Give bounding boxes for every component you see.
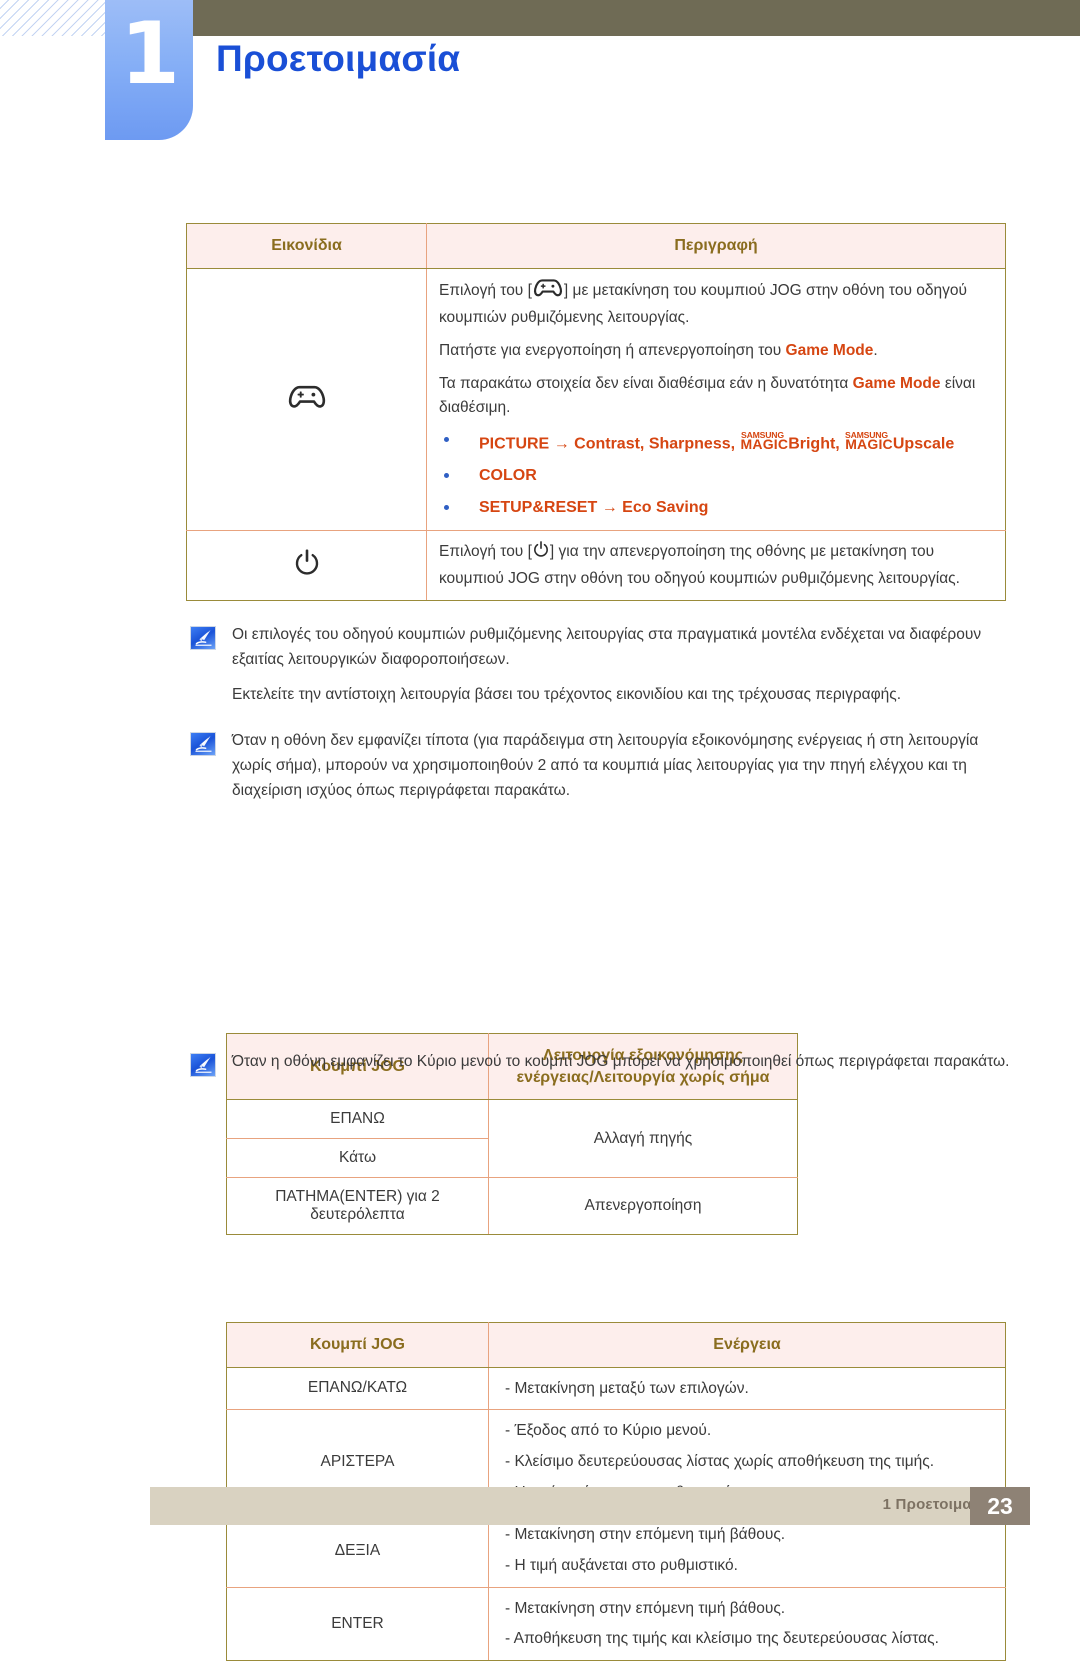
feature-menu-setupreset: SETUP&RESET [479,498,598,516]
jog-button-enter: ENTER [226,1586,489,1661]
note-pen-icon [190,626,216,650]
jog-button-down: Κάτω [226,1138,489,1179]
jog-button-enter-2s-line-2: δευτερόλεπτα [310,1206,405,1224]
power-icon-cell [186,529,427,601]
jog-action-source-change: Αλλαγή πηγής [488,1099,798,1179]
note-block-3: Όταν η οθόνη εμφανίζει το Κύριο μενού το… [190,1050,1020,1077]
table-header-row: Κουμπί JOG Ενέργεια [226,1322,1006,1368]
column-header-action: Ενέργεια [488,1322,1006,1368]
feature-menu-color: COLOR [479,466,537,484]
feature-menu-picture: PICTURE [479,435,550,453]
feature-items-picture: Contrast, Sharpness, [574,435,740,453]
description-paragraph-1: Επιλογή του [] για την απενεργοποίηση τη… [439,540,993,591]
note-paragraph: Όταν η οθόνη δεν εμφανίζει τίποτα (για π… [232,732,979,799]
feature-separator: , [835,435,845,453]
power-icon [533,540,549,567]
note-body: Όταν η οθόνη δεν εμφανίζει τίποτα (για π… [232,729,1020,803]
action-line: - Έξοδος από το Κύριο μενού. [505,1422,712,1440]
action-line: - Αποθήκευση της τιμής και κλείσιμο της … [505,1630,939,1648]
arrow-icon: → [553,435,570,453]
note-pen-icon [190,1053,216,1077]
table-row: ΠΑΤΗΜΑ(ENTER) για 2 δευτερόλεπτα Απενεργ… [226,1177,798,1236]
note-block-2: Όταν η οθόνη δεν εμφανίζει τίποτα (για π… [190,729,1020,803]
page-number-badge: 23 [970,1487,1030,1525]
column-header-icons: Εικονίδια [186,223,427,269]
desc-1-pre: Επιλογή του [ [439,281,532,299]
table-header-row: Εικονίδια Περιγραφή [186,223,1006,269]
power-description-cell: Επιλογή του [] για την απενεργοποίηση τη… [426,529,1006,601]
feature-item-picture: PICTURE → Contrast, Sharpness, SAMSUNG MA… [439,430,993,455]
note-paragraph: Εκτελείτε την αντίστοιχη λειτουργία βάσε… [232,685,902,703]
magicupscale-label: Upscale [892,435,955,453]
note-paragraph: Όταν η οθόνη εμφανίζει το Κύριο μενού το… [232,1053,1010,1070]
desc-2-text-1: Πατήστε για ενεργοποίηση ή απενεργοποίησ… [439,341,786,359]
column-header-jog-button: Κουμπί JOG [226,1322,489,1368]
samsung-magic-top: SAMSUNG [740,429,784,440]
game-mode-highlight: Game Mode [785,341,874,359]
samsung-magic-logo: SAMSUNG MAGIC [741,431,789,452]
table-row: Επιλογή του [] για την απενεργοποίηση τη… [186,529,1006,601]
feature-item-color: COLOR [439,466,993,487]
note-body: Οι επιλογές του οδηγού κουμπιών ρυθμιζόμ… [232,623,1020,707]
power-desc-pre: Επιλογή του [ [439,542,532,560]
jog-button-enter-2s: ΠΑΤΗΜΑ(ENTER) για 2 δευτερόλεπτα [226,1177,489,1236]
note-pen-icon [190,732,216,756]
chapter-number: 1 [120,4,180,104]
jog-action-cell: - Μετακίνηση μεταξύ των επιλογών. [488,1366,1006,1411]
header-hatch-pattern [0,0,112,36]
note-paragraph: Οι επιλογές του οδηγού κουμπιών ρυθμιζόμ… [232,626,982,668]
jog-button-enter-2s-line-1: ΠΑΤΗΜΑ(ENTER) για 2 [275,1188,440,1206]
desc-3-text-1: Τα παρακάτω στοιχεία δεν είναι διαθέσιμα… [439,374,853,392]
description-paragraph-3: Τα παρακάτω στοιχεία δεν είναι διαθέσιμα… [439,372,993,420]
jog-button-up-down: ΕΠΑΝΩ/ΚΑΤΩ [226,1366,489,1411]
action-line: - Κλείσιμο δευτερεύουσας λίστας χωρίς απ… [505,1452,935,1470]
description-paragraph-1: Επιλογή του [] με μετακίνηση του κουμπιο… [439,278,993,330]
note-block-1: Οι επιλογές του οδηγού κουμπιών ρυθμιζόμ… [190,623,1020,707]
action-line: - Μετακίνηση μεταξύ των επιλογών. [505,1379,749,1397]
table-row: ΕΠΑΝΩ Αλλαγή πηγής [226,1099,798,1179]
power-icon [294,548,320,578]
table-row: Επιλογή του [] με μετακίνηση του κουμπιο… [186,267,1006,531]
action-line: - Η τιμή αυξάνεται στο ρυθμιστικό. [505,1557,738,1575]
note-body: Όταν η οθόνη εμφανίζει το Κύριο μενού το… [232,1050,1009,1075]
jog-action-cell: - Μετακίνηση στην επόμενη τιμή βάθους. -… [488,1586,1006,1661]
header-band [193,0,1080,36]
gamepad-icon [533,278,563,306]
gamepad-icon [288,384,326,410]
desc-2-text-2: . [873,341,878,359]
gamepad-description-cell: Επιλογή του [] με μετακίνηση του κουμπιο… [426,267,1006,531]
samsung-magic-logo: SAMSUNG MAGIC [845,431,893,452]
feature-items-setupreset: Eco Saving [622,498,709,516]
gamepad-icon-cell [186,267,427,531]
magicbright-label: Bright [788,435,836,453]
table-row: ENTER - Μετακίνηση στην επόμενη τιμή βάθ… [226,1586,1006,1661]
samsung-magic-top: SAMSUNG [845,429,889,440]
feature-item-setupreset: SETUP&RESET → Eco Saving [439,498,993,519]
column-header-description: Περιγραφή [426,223,1006,269]
jog-action-power-off: Απενεργοποίηση [488,1177,798,1236]
action-line: - Μετακίνηση στην επόμενη τιμή βάθους. [505,1599,786,1617]
feature-list: PICTURE → Contrast, Sharpness, SAMSUNG MA… [439,430,993,519]
description-paragraph-2: Πατήστε για ενεργοποίηση ή απενεργοποίησ… [439,339,993,363]
jog-button-up: ΕΠΑΝΩ [226,1099,489,1140]
chapter-tab: 1 [105,0,193,140]
action-line: - Μετακίνηση στην επόμενη τιμή βάθους. [505,1526,786,1544]
icons-description-table: Εικονίδια Περιγραφή Επιλογή του [] με μ… [186,223,1006,601]
game-mode-highlight: Game Mode [852,374,941,392]
page-title: Προετοιμασία [216,38,461,79]
table-row: ΕΠΑΝΩ/ΚΑΤΩ - Μετακίνηση μεταξύ των επιλο… [226,1366,1006,1411]
arrow-icon: → [601,498,618,516]
